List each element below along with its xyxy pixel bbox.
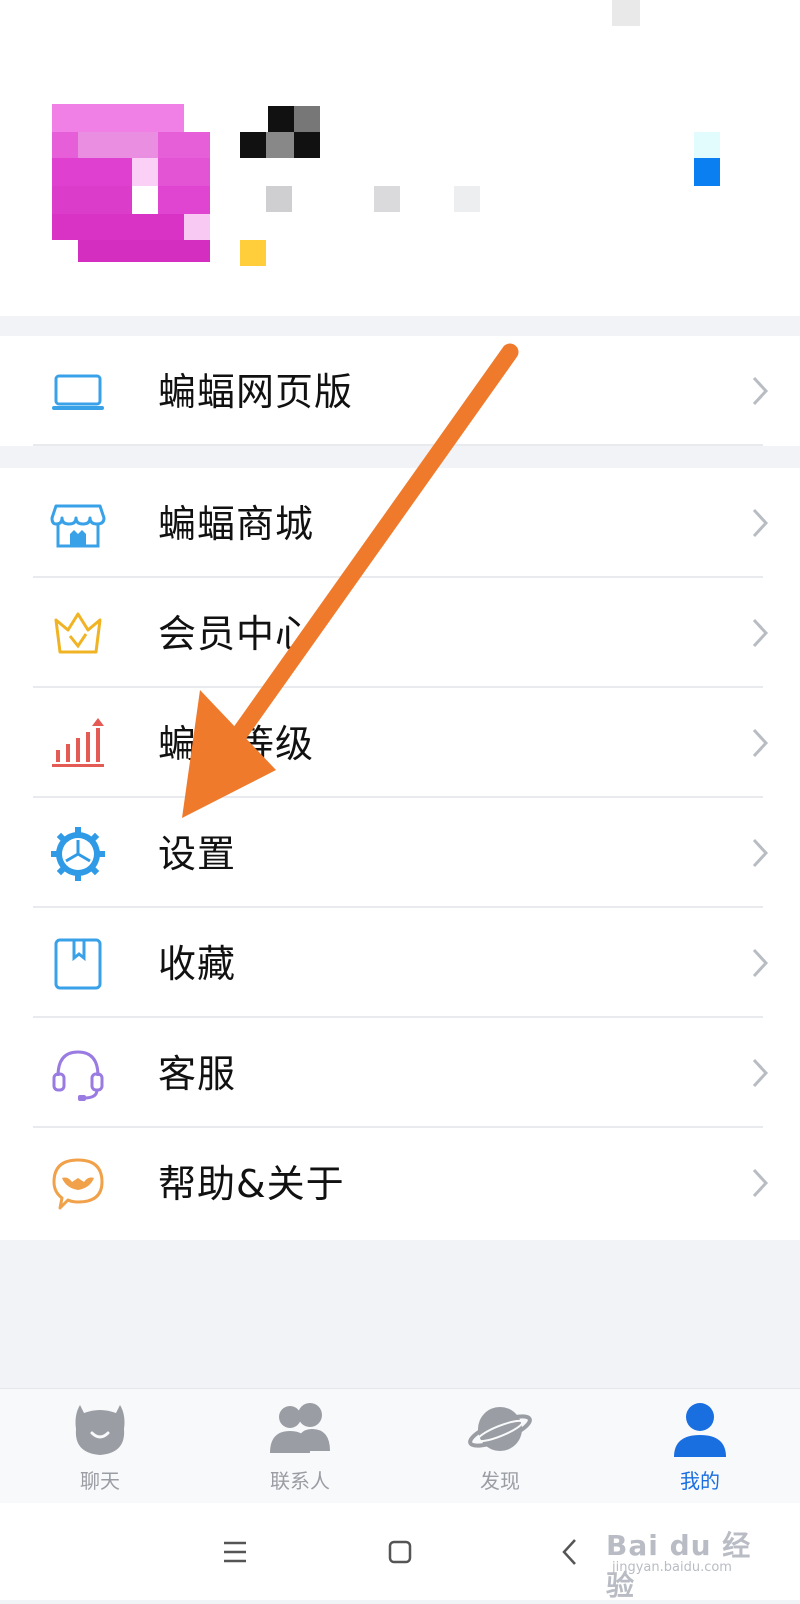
menu-icon[interactable] — [210, 1527, 260, 1577]
annotation-arrow — [182, 343, 519, 818]
tab-chat[interactable]: 聊天 — [0, 1389, 200, 1503]
bottom-tab-bar: 聊天 联系人 发现 我的 — [0, 1388, 800, 1503]
contacts-icon — [270, 1403, 330, 1453]
tab-label: 我的 — [680, 1469, 720, 1493]
tab-label: 联系人 — [270, 1469, 330, 1493]
back-icon[interactable] — [545, 1527, 595, 1577]
tab-label: 发现 — [480, 1469, 520, 1493]
tab-label: 聊天 — [80, 1469, 120, 1493]
planet-icon — [468, 1407, 532, 1451]
chat-bubble-icon — [75, 1405, 125, 1455]
watermark-logo: Bai du 经验 jingyan.baidu.com — [606, 1524, 766, 1602]
person-icon — [674, 1403, 726, 1457]
tab-mine[interactable]: 我的 — [600, 1389, 800, 1503]
tab-contacts[interactable]: 联系人 — [200, 1389, 400, 1503]
tab-discover[interactable]: 发现 — [400, 1389, 600, 1503]
home-icon[interactable] — [375, 1527, 425, 1577]
watermark-url: jingyan.baidu.com — [612, 1560, 732, 1575]
